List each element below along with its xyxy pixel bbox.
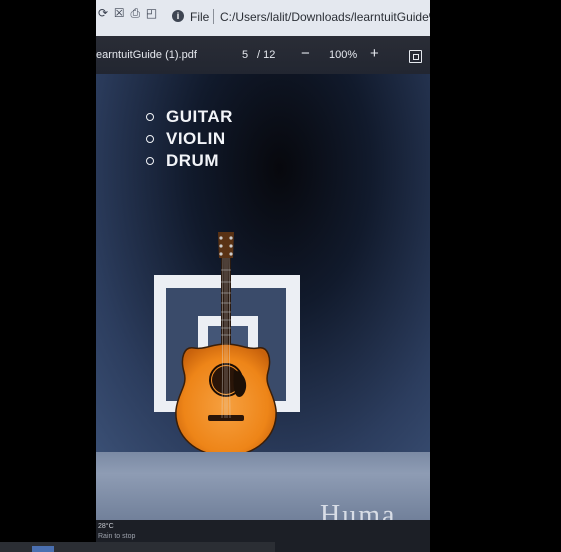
- zoom-in-button[interactable]: +: [370, 45, 379, 62]
- guitar-image: [175, 232, 277, 457]
- page-total: / 12: [257, 49, 276, 61]
- browser-nav-icons[interactable]: ⟳ ☒ ⎙ ◰: [98, 6, 158, 21]
- camera-view: ⟳ ☒ ⎙ ◰ i File C:/Users/lalit/Downloads/…: [0, 0, 561, 552]
- site-info-icon[interactable]: i: [172, 10, 184, 22]
- weather-note: Rain to stop: [98, 533, 136, 540]
- bullet-icon: [146, 113, 154, 121]
- browser-address-bar: ⟳ ☒ ⎙ ◰ i File C:/Users/lalit/Downloads/…: [96, 0, 430, 36]
- pdf-toolbar: earntuitGuide (1).pdf 5 / 12 − 100% +: [96, 36, 430, 74]
- start-button-icon[interactable]: [32, 546, 54, 552]
- pdf-file-name: earntuitGuide (1).pdf: [96, 49, 197, 61]
- list-item-label: VIOLIN: [166, 129, 226, 148]
- pdf-page: GUITAR VIOLIN DRUM: [96, 74, 430, 457]
- list-item-label: GUITAR: [166, 107, 233, 126]
- list-item: DRUM: [144, 150, 233, 172]
- list-item-label: DRUM: [166, 151, 219, 170]
- zoom-level: 100%: [329, 49, 358, 61]
- address-separator: [213, 9, 214, 24]
- page-number-input[interactable]: 5: [242, 49, 248, 61]
- bullet-icon: [146, 157, 154, 165]
- zoom-out-button[interactable]: −: [301, 45, 310, 62]
- bullet-icon: [146, 135, 154, 143]
- list-item: GUITAR: [144, 106, 233, 128]
- weather-temperature[interactable]: 28°C: [98, 523, 114, 530]
- fit-page-icon[interactable]: [409, 50, 422, 63]
- monitor-screen: ⟳ ☒ ⎙ ◰ i File C:/Users/lalit/Downloads/…: [96, 0, 430, 552]
- list-item: VIOLIN: [144, 128, 233, 150]
- instrument-list: GUITAR VIOLIN DRUM: [144, 106, 233, 172]
- address-url[interactable]: C:/Users/lalit/Downloads/learntuitGuide%…: [220, 10, 430, 24]
- address-file-label: File: [190, 10, 210, 24]
